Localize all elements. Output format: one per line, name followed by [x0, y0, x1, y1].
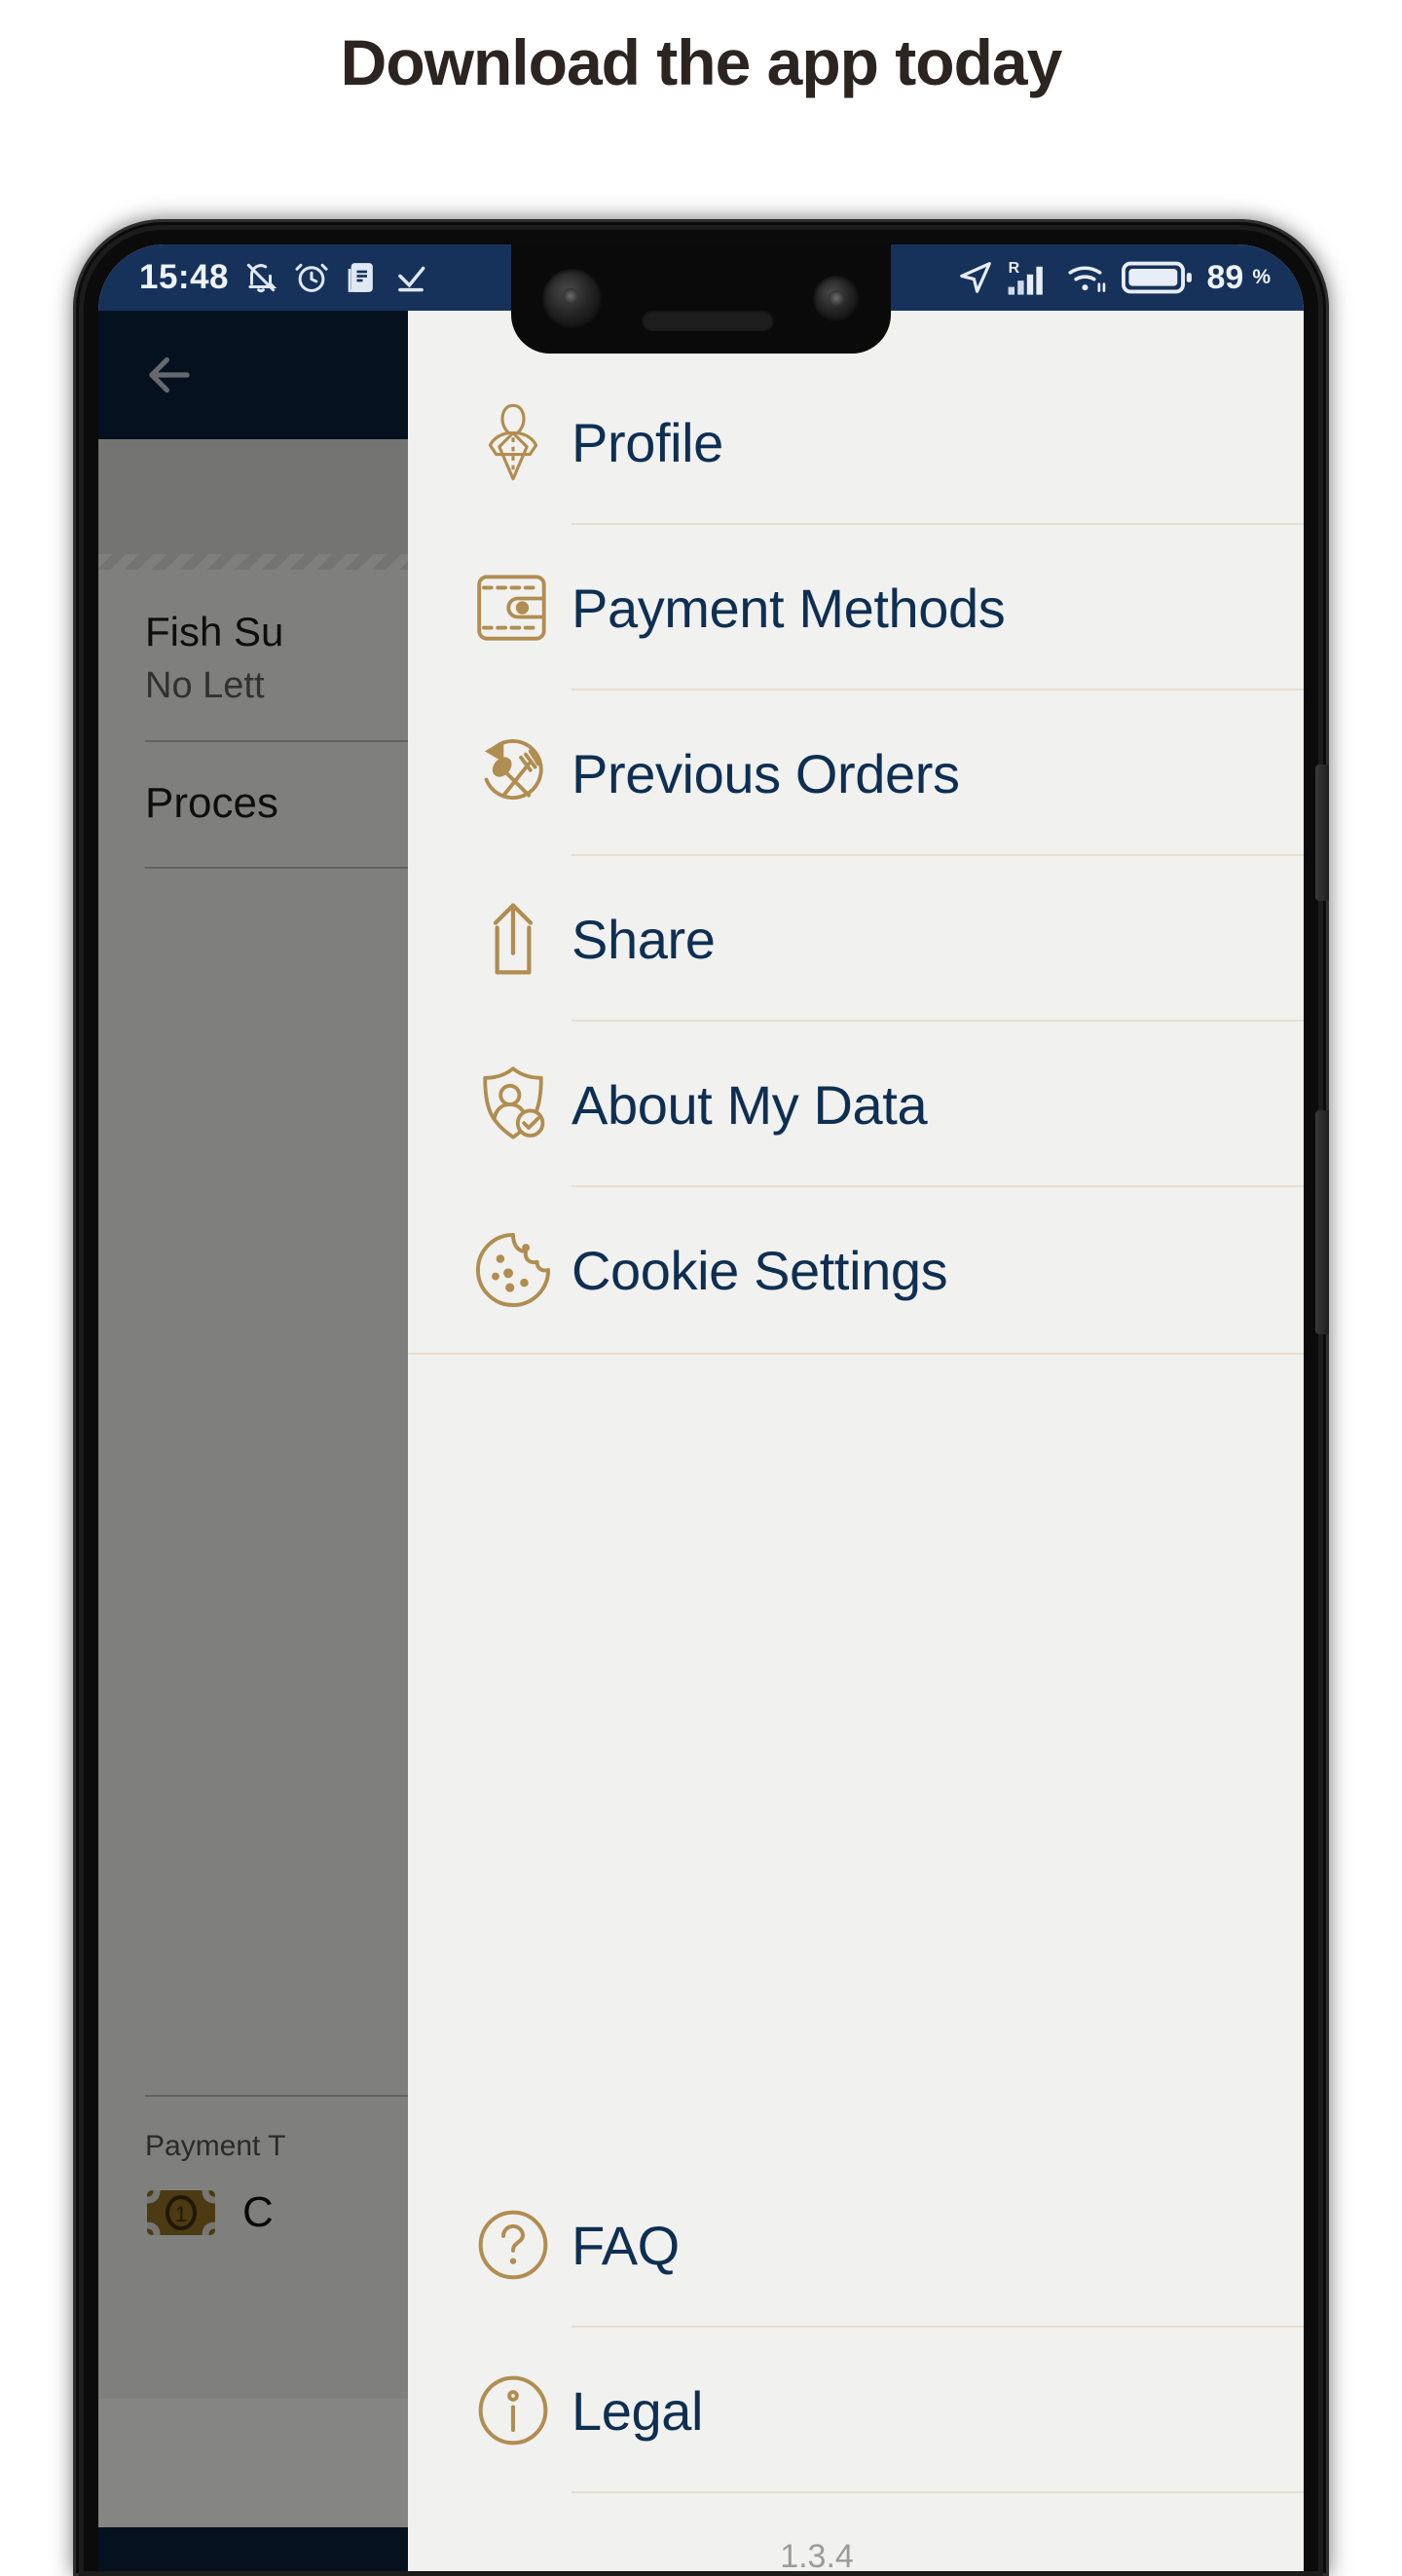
menu-item-label: Payment Methods — [572, 577, 1006, 639]
bell-muted-icon — [242, 259, 279, 296]
menu-item-cookie-settings[interactable]: Cookie Settings — [408, 1187, 1304, 1353]
reorder-cutlery-icon — [455, 732, 572, 814]
menu-item-about-my-data[interactable]: About My Data — [408, 1022, 1304, 1187]
menu-item-legal[interactable]: Legal — [408, 2328, 1304, 2493]
menu-item-payment-methods[interactable]: Payment Methods — [408, 525, 1304, 691]
menu-item-profile[interactable]: Profile — [408, 359, 1304, 525]
menu-item-faq[interactable]: FAQ — [408, 2162, 1304, 2328]
battery-percent-unit: % — [1252, 266, 1271, 288]
phone-side-button-upper[interactable] — [1315, 765, 1329, 901]
menu-item-previous-orders[interactable]: Previous Orders — [408, 691, 1304, 856]
location-arrow-icon — [957, 259, 994, 296]
shield-person-check-icon — [455, 1062, 572, 1147]
status-time: 15:48 — [139, 258, 230, 296]
side-drawer-menu: Profile Payment Methods Previous Orders … — [408, 311, 1304, 2576]
share-icon — [455, 899, 572, 979]
cookie-icon — [455, 1230, 572, 1310]
profile-icon — [455, 399, 572, 485]
phone-side-button-lower[interactable] — [1315, 1110, 1329, 1334]
alarm-icon — [293, 259, 330, 296]
info-circle-icon — [455, 2371, 572, 2449]
status-bar-right: R 89 % — [957, 258, 1271, 297]
drawer-secondary-list: FAQ Legal 1.3.4 — [408, 2162, 1304, 2576]
menu-item-share[interactable]: Share — [408, 856, 1304, 1022]
wifi-icon — [1066, 259, 1109, 296]
front-camera-icon — [542, 269, 603, 329]
menu-item-label: Share — [572, 908, 716, 970]
drawer-spacer — [408, 1355, 1304, 2162]
battery-icon — [1122, 258, 1194, 297]
app-version: 1.3.4 — [780, 2538, 854, 2575]
menu-item-label: About My Data — [572, 1073, 928, 1136]
secondary-camera-icon — [813, 276, 860, 322]
page-title: Download the app today — [340, 26, 1063, 98]
check-icon — [392, 259, 429, 296]
document-icon — [344, 259, 379, 296]
menu-item-label: Profile — [572, 411, 723, 473]
question-circle-icon — [455, 2206, 572, 2284]
phone-screen: Fish Su No Lett Proces Payment T 1 C Pro… — [98, 244, 1304, 2576]
menu-item-label: Previous Orders — [572, 742, 960, 804]
svg-text:R: R — [1009, 260, 1020, 277]
menu-item-label: Legal — [572, 2379, 704, 2442]
phone-frame: Fish Su No Lett Proces Payment T 1 C Pro… — [73, 219, 1329, 2576]
menu-item-label: FAQ — [572, 2214, 680, 2276]
wallet-icon — [455, 571, 572, 645]
roaming-signal-icon: R — [1007, 258, 1053, 297]
drawer-primary-list: Profile Payment Methods Previous Orders … — [408, 311, 1304, 1355]
phone-notch — [511, 244, 891, 354]
status-bar-left: 15:48 — [139, 258, 429, 297]
earpiece-speaker — [642, 310, 774, 331]
menu-item-label: Cookie Settings — [572, 1239, 948, 1301]
battery-percent: 89 — [1206, 258, 1244, 296]
